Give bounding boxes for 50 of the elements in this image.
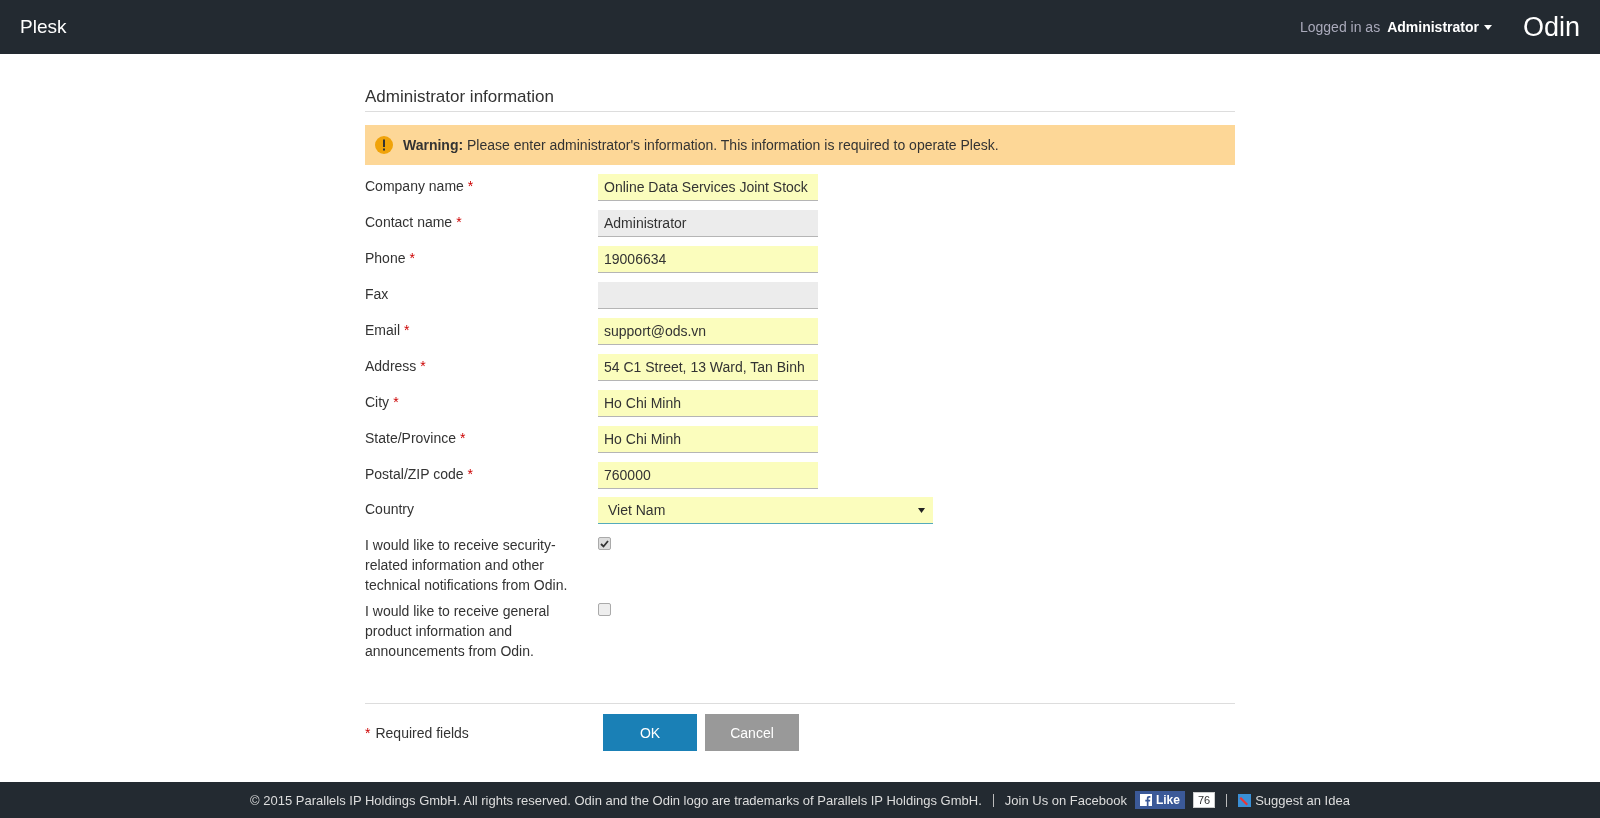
text-field[interactable]: 19006634 [598,246,818,273]
field-label: Contact name [365,214,453,230]
required-mark: * [460,430,466,446]
field-label: Fax [365,286,389,302]
text-field[interactable] [598,282,818,309]
field-label: Company name [365,178,464,194]
required-note: Required fields [375,724,469,741]
text-field[interactable]: Ho Chi Minh [598,426,818,453]
text-field[interactable]: Ho Chi Minh [598,390,818,417]
required-mark: * [456,214,462,230]
user-menu[interactable]: Administrator [1385,19,1494,35]
warning-icon [375,136,393,154]
checkbox[interactable] [598,603,611,616]
country-dropdown[interactable]: Viet Nam [598,497,933,524]
field-label: Phone [365,250,406,266]
required-mark: * [393,394,399,410]
field-label: Address [365,358,417,374]
logged-in-label: Logged in as [1299,19,1381,35]
field-label: State/Province [365,430,457,446]
field-label: City [365,394,390,410]
like-count: 76 [1192,792,1216,808]
required-mark: * [467,466,474,482]
required-mark: * [365,724,371,741]
like-button[interactable]: Like [1134,791,1185,809]
required-mark: * [420,358,426,374]
text-field[interactable]: support@ods.vn [598,318,818,345]
text-field[interactable]: 54 C1 Street, 13 Ward, Tan Binh [598,354,818,381]
text-field[interactable]: Administrator [598,210,818,237]
warning-text: Warning: Please enter administrator's information. This information is required to operate Plesk. [403,137,999,153]
app-logo: Plesk [20,16,67,38]
copyright-text: © 2015 Parallels IP Holdings GmbH. All rights reserved. Odin and the Odin logo are trademarks of Parallels IP Holdings GmbH. [250,792,982,808]
field-label: Email [365,322,400,338]
required-mark: * [467,178,474,194]
field-label: I would like to receive security-related information and other technical notifications from Odin. [365,537,568,593]
ok-button[interactable]: OK [603,714,697,751]
field-label: Country [365,501,415,517]
checkbox[interactable] [598,537,611,550]
facebook-icon [1139,794,1152,806]
required-mark: * [404,322,410,338]
required-mark: * [409,250,415,266]
suggest-idea-link[interactable]: Suggest an Idea [1238,792,1350,808]
field-label: I would like to receive general product information and announcements from Odin. [365,603,550,659]
section-title: Administrator information [365,87,1235,112]
text-field[interactable]: Online Data Services Joint Stock [598,174,818,201]
caret-icon [1483,24,1492,30]
brand-logo: Odin [1522,11,1580,43]
caret-icon [918,507,925,513]
facebook-link[interactable]: Join Us on Facebook [1004,792,1127,808]
field-label: Postal/ZIP code [365,466,464,482]
text-field[interactable]: 760000 [598,462,818,489]
